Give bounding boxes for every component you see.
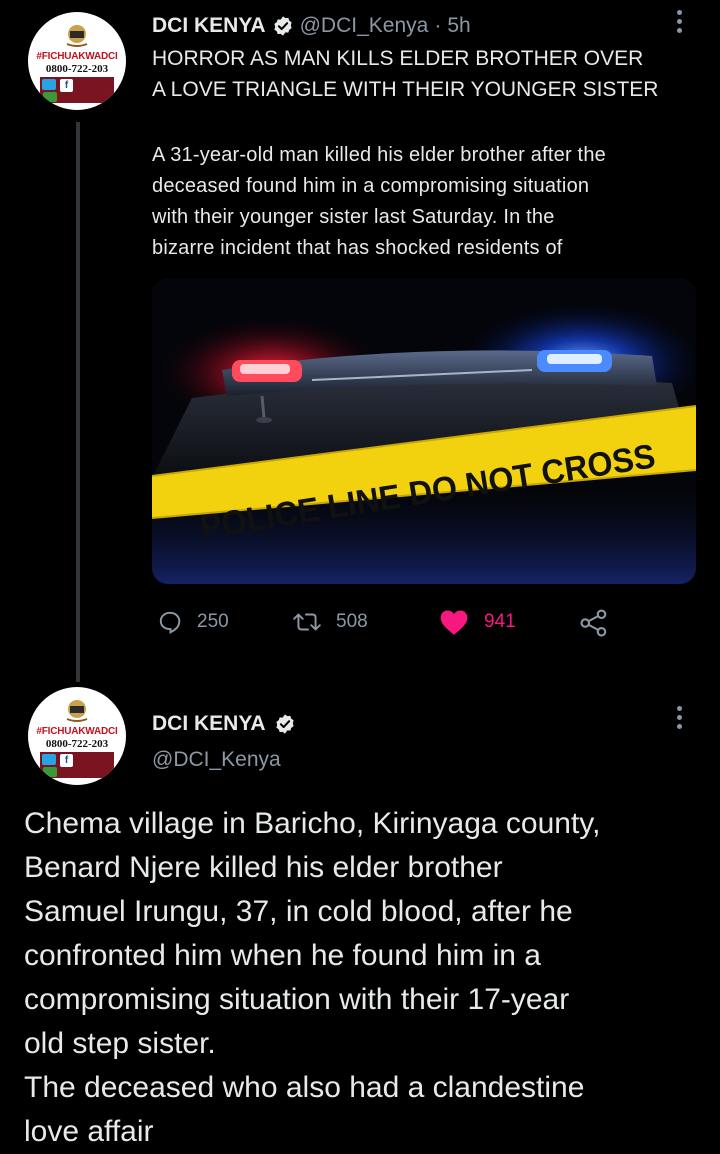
dci-crest-icon xyxy=(66,25,88,47)
heart-icon xyxy=(440,610,468,635)
avatar[interactable]: #FICHUAKWADCI 0800-722-203 f xyxy=(28,12,126,110)
tweet-time[interactable]: 5h xyxy=(447,14,470,38)
retweet-button[interactable]: 508 xyxy=(292,609,368,635)
tweet1-headline-line2: A LOVE TRIANGLE WITH THEIR YOUNGER SISTE… xyxy=(152,78,659,101)
twitter-icon xyxy=(42,79,56,90)
more-options-icon[interactable] xyxy=(677,706,683,733)
meta-separator: · xyxy=(434,14,442,37)
reply-button[interactable]: 250 xyxy=(157,609,229,635)
author-handle[interactable]: @DCI_Kenya xyxy=(300,14,429,38)
facebook-icon: f xyxy=(60,754,73,767)
facebook-icon: f xyxy=(60,79,73,92)
tweet2-body-line: old step sister. xyxy=(24,1027,216,1060)
verified-badge-icon xyxy=(275,714,294,734)
reply-icon xyxy=(159,611,181,635)
thread-line xyxy=(76,122,80,682)
avatar-phone: 0800-722-203 xyxy=(45,738,109,750)
verified-badge-icon xyxy=(273,16,292,36)
tweet2-header: DCI KENYA xyxy=(152,710,296,738)
avatar-tag: #FICHUAKWADCI xyxy=(36,51,118,62)
tweet1-header: DCI KENYA @DCI_Kenya · 5h xyxy=(152,12,471,40)
tweet2-body-line: love affair xyxy=(24,1115,154,1148)
more-options-icon[interactable] xyxy=(677,10,683,37)
share-icon xyxy=(580,609,607,637)
tweet1-headline-line1: HORROR AS MAN KILLS ELDER BROTHER OVER xyxy=(152,47,644,70)
tweet-media-image[interactable]: POLICE LINE DO NOT CROSS xyxy=(152,278,696,584)
police-line-photo: POLICE LINE DO NOT CROSS xyxy=(152,278,696,584)
tweet1-body-line: bizarre incident that has shocked reside… xyxy=(152,237,563,259)
author-handle[interactable]: @DCI_Kenya xyxy=(152,748,281,772)
author-name[interactable]: DCI KENYA xyxy=(152,14,266,38)
tweet2-body: Chema village in Baricho, Kirinyaga coun… xyxy=(24,802,714,1154)
avatar-tag: #FICHUAKWADCI xyxy=(36,726,118,737)
dci-crest-icon xyxy=(66,700,88,722)
share-button[interactable] xyxy=(579,608,609,643)
green-icon xyxy=(43,92,57,102)
tweet2-body-line: Chema village in Baricho, Kirinyaga coun… xyxy=(24,807,601,840)
tweet2-body-line: The deceased who also had a clandestine xyxy=(24,1071,585,1104)
avatar[interactable]: #FICHUAKWADCI 0800-722-203 f xyxy=(28,687,126,785)
tweet2-body-line: Benard Njere killed his elder brother xyxy=(24,851,503,884)
like-button[interactable]: 941 xyxy=(438,608,516,636)
tweet1-body-line: A 31-year-old man killed his elder broth… xyxy=(152,144,606,166)
retweet-icon xyxy=(293,613,321,631)
green-icon xyxy=(43,767,57,777)
twitter-icon xyxy=(42,754,56,765)
tweet1-body-line: with their younger sister last Saturday.… xyxy=(152,206,555,228)
tweet2-body-line: Samuel Irungu, 37, in cold blood, after … xyxy=(24,895,573,928)
tweet1-body-line: deceased found him in a compromising sit… xyxy=(152,175,590,197)
tweet1-body: A 31-year-old man killed his elder broth… xyxy=(152,140,712,264)
reply-count: 250 xyxy=(197,611,229,632)
author-name[interactable]: DCI KENYA xyxy=(152,712,266,736)
retweet-count: 508 xyxy=(336,611,368,632)
like-count: 941 xyxy=(484,611,516,632)
tweet2-body-line: compromising situation with their 17-yea… xyxy=(24,983,570,1016)
tweet2-body-line: confronted him when he found him in a xyxy=(24,939,541,972)
avatar-phone: 0800-722-203 xyxy=(45,63,109,75)
